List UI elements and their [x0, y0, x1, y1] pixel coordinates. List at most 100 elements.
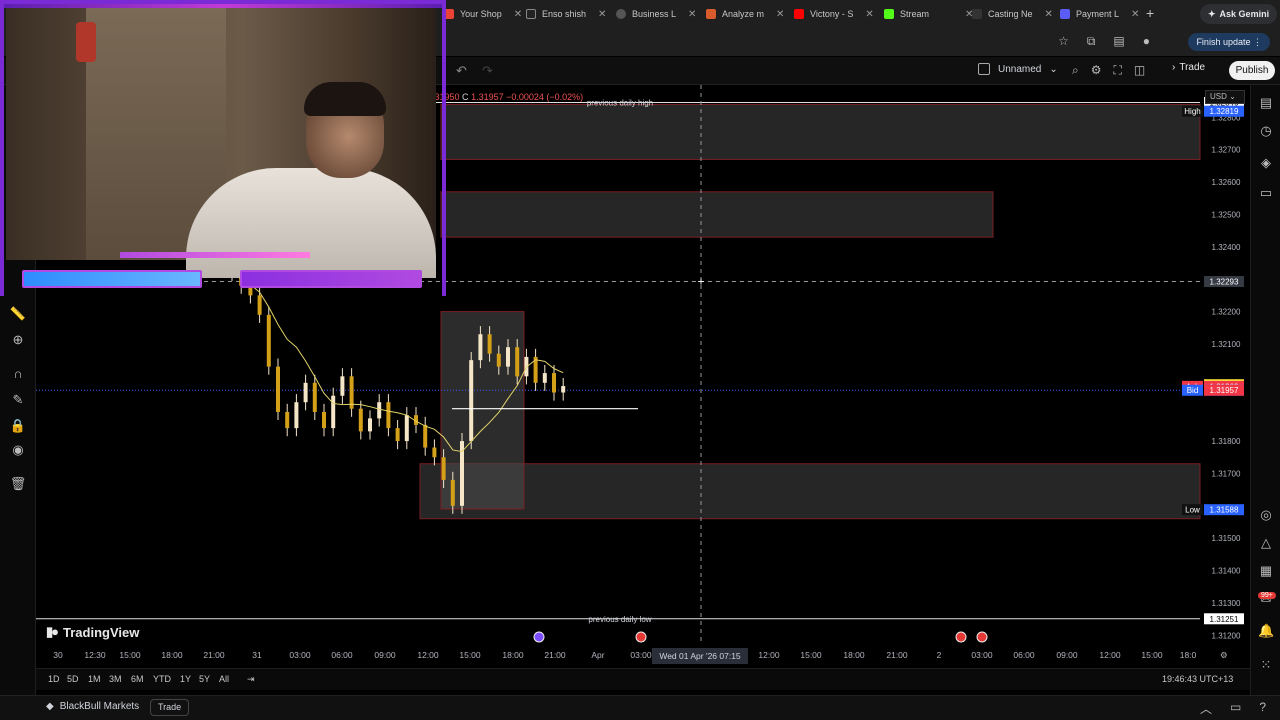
range-5d[interactable]: 5D: [67, 674, 79, 684]
candle-body: [404, 415, 409, 442]
price-badge-value: 1.31251: [1210, 615, 1239, 624]
close-tab-icon[interactable]: ✕: [688, 9, 696, 20]
chat-icon[interactable]: ▭: [1258, 185, 1274, 201]
bell-icon[interactable]: 🔔: [1258, 623, 1274, 639]
ruler-icon[interactable]: 📏: [9, 305, 27, 323]
tab-label: Enso shish: [542, 9, 587, 19]
search-icon[interactable]: ⌕: [1072, 63, 1079, 78]
chevron-up-icon[interactable]: ︿: [1200, 700, 1212, 717]
broker-trade-button[interactable]: Trade: [150, 699, 190, 716]
candle-body: [377, 402, 382, 419]
goto-date-icon[interactable]: ⇥: [247, 674, 255, 685]
browser-tab[interactable]: Your Shop ✕: [438, 2, 522, 26]
tab-favicon-icon: [794, 9, 804, 19]
settings-icon[interactable]: ⚙: [1091, 63, 1102, 78]
eye-icon[interactable]: ◉: [9, 441, 27, 459]
maximize-icon[interactable]: ▭: [1230, 700, 1241, 717]
trash-icon[interactable]: 🗑: [9, 475, 27, 493]
x-tick-label: 18:00: [161, 650, 183, 660]
range-5y[interactable]: 5Y: [199, 674, 210, 684]
pine-icon[interactable]: △: [1258, 535, 1274, 551]
trade-button[interactable]: › Trade: [1172, 62, 1205, 73]
webcam-bar-right: [240, 270, 422, 288]
trade-icon: ›: [1172, 62, 1176, 73]
broker-name: BlackBull Markets: [59, 701, 140, 712]
range-1y[interactable]: 1Y: [180, 674, 191, 684]
watchlist-icon[interactable]: ▤: [1258, 95, 1274, 111]
x-tick-label: 30: [53, 650, 63, 660]
axis-settings-icon[interactable]: ⚙: [1220, 650, 1228, 661]
browser-tab[interactable]: Victony - S ✕: [788, 2, 874, 26]
range-3m[interactable]: 3M: [109, 674, 122, 684]
range-all[interactable]: All: [219, 674, 229, 684]
x-tick-label: 09:00: [1056, 650, 1078, 660]
target-icon[interactable]: ◎: [1258, 507, 1274, 523]
x-tick-label: 21:00: [203, 650, 225, 660]
economic-event-icon: [955, 631, 967, 643]
x-tick-label: 06:00: [331, 650, 353, 660]
layout-selector[interactable]: Unnamed ⌄: [978, 63, 1058, 75]
date-range-bar: 1D 5D 1M 3M 6M YTD 1Y 5Y All ⇥: [36, 668, 1250, 690]
x-tick-label: 18:00: [843, 650, 865, 660]
range-1m[interactable]: 1M: [88, 674, 101, 684]
browser-tab[interactable]: Business L ✕: [610, 2, 696, 26]
help-icon[interactable]: ?: [1259, 700, 1266, 717]
new-tab-icon[interactable]: +: [1146, 5, 1154, 21]
price-badge-value: 1.31957: [1210, 386, 1239, 395]
candle-body: [469, 360, 474, 442]
utc-clock[interactable]: 19:46:43 UTC+13: [1162, 674, 1233, 684]
candle-body: [368, 418, 372, 432]
ask-gemini-label: Ask Gemini: [1219, 9, 1270, 19]
close-tab-icon[interactable]: ✕: [598, 9, 606, 20]
browser-tab[interactable]: Casting Ne ✕: [966, 2, 1053, 26]
camera-icon[interactable]: ◫: [1134, 63, 1145, 78]
sidebar-icon[interactable]: ▤: [1113, 34, 1124, 49]
price-badge-prefix: High: [1184, 107, 1200, 116]
browser-tab[interactable]: Enso shish ✕: [520, 2, 606, 26]
tab-label: Stream: [900, 9, 930, 19]
calendar-icon[interactable]: ▦: [1258, 563, 1274, 579]
currency-selector[interactable]: USD ⌄: [1205, 90, 1245, 104]
install-app-icon[interactable]: ⧉: [1087, 34, 1096, 49]
bookmark-star-icon[interactable]: ☆: [1058, 34, 1069, 49]
zoom-in-icon[interactable]: ⊕: [9, 331, 27, 349]
fullscreen-icon[interactable]: ⛶: [1114, 63, 1122, 78]
pencil-icon[interactable]: ✎: [9, 391, 27, 409]
alerts-clock-icon[interactable]: ◷: [1258, 123, 1274, 139]
browser-tab[interactable]: Analyze m ✕: [700, 2, 784, 26]
close-tab-icon[interactable]: ✕: [1045, 9, 1053, 20]
close-tab-icon[interactable]: ✕: [1131, 9, 1139, 20]
undo-icon[interactable]: ↶: [456, 63, 467, 79]
close-tab-icon[interactable]: ✕: [776, 9, 784, 20]
browser-tab[interactable]: Stream ✕: [878, 2, 973, 26]
tab-favicon-icon: [884, 9, 894, 19]
range-1d[interactable]: 1D: [48, 674, 60, 684]
y-tick-label: 1.32700: [1212, 146, 1241, 155]
broker-selector[interactable]: ◆ BlackBull Markets: [46, 701, 139, 712]
candle-body: [506, 347, 510, 367]
profile-icon[interactable]: ●: [1143, 34, 1150, 49]
redo-icon[interactable]: ↷: [482, 63, 493, 79]
tradingview-logo[interactable]: ▮● TradingView: [46, 624, 139, 640]
ask-gemini-button[interactable]: ✦ Ask Gemini: [1200, 4, 1278, 24]
webcam-bar-left: [22, 270, 202, 288]
time-axis[interactable]: 30 12:30 15:00 18:00 21:00 31 03:00 06:00 09:00 1…: [36, 646, 1250, 666]
layers-icon[interactable]: ◈: [1258, 155, 1274, 171]
candle-body: [478, 334, 483, 361]
lock-icon[interactable]: 🔒: [9, 417, 27, 435]
magnet-icon[interactable]: ∩: [9, 365, 27, 383]
range-6m[interactable]: 6M: [131, 674, 144, 684]
range-ytd[interactable]: YTD: [153, 674, 171, 684]
candle-body: [487, 334, 492, 354]
tab-label: Analyze m: [722, 9, 765, 19]
close-tab-icon[interactable]: ✕: [865, 9, 873, 20]
more-menu-icon: ⋮: [1253, 36, 1262, 47]
tab-favicon-icon: [972, 9, 982, 19]
tv-logo-icon: ▮●: [46, 624, 59, 639]
candle-body: [561, 386, 566, 393]
browser-tab[interactable]: Payment L ✕: [1054, 2, 1139, 26]
crosshair-time-label: Wed 01 Apr '26 07:15: [652, 648, 748, 664]
publish-button[interactable]: Publish: [1229, 61, 1275, 80]
apps-grid-icon[interactable]: ⁙: [1258, 657, 1274, 673]
finish-update-button[interactable]: Finish update ⋮: [1188, 33, 1270, 51]
